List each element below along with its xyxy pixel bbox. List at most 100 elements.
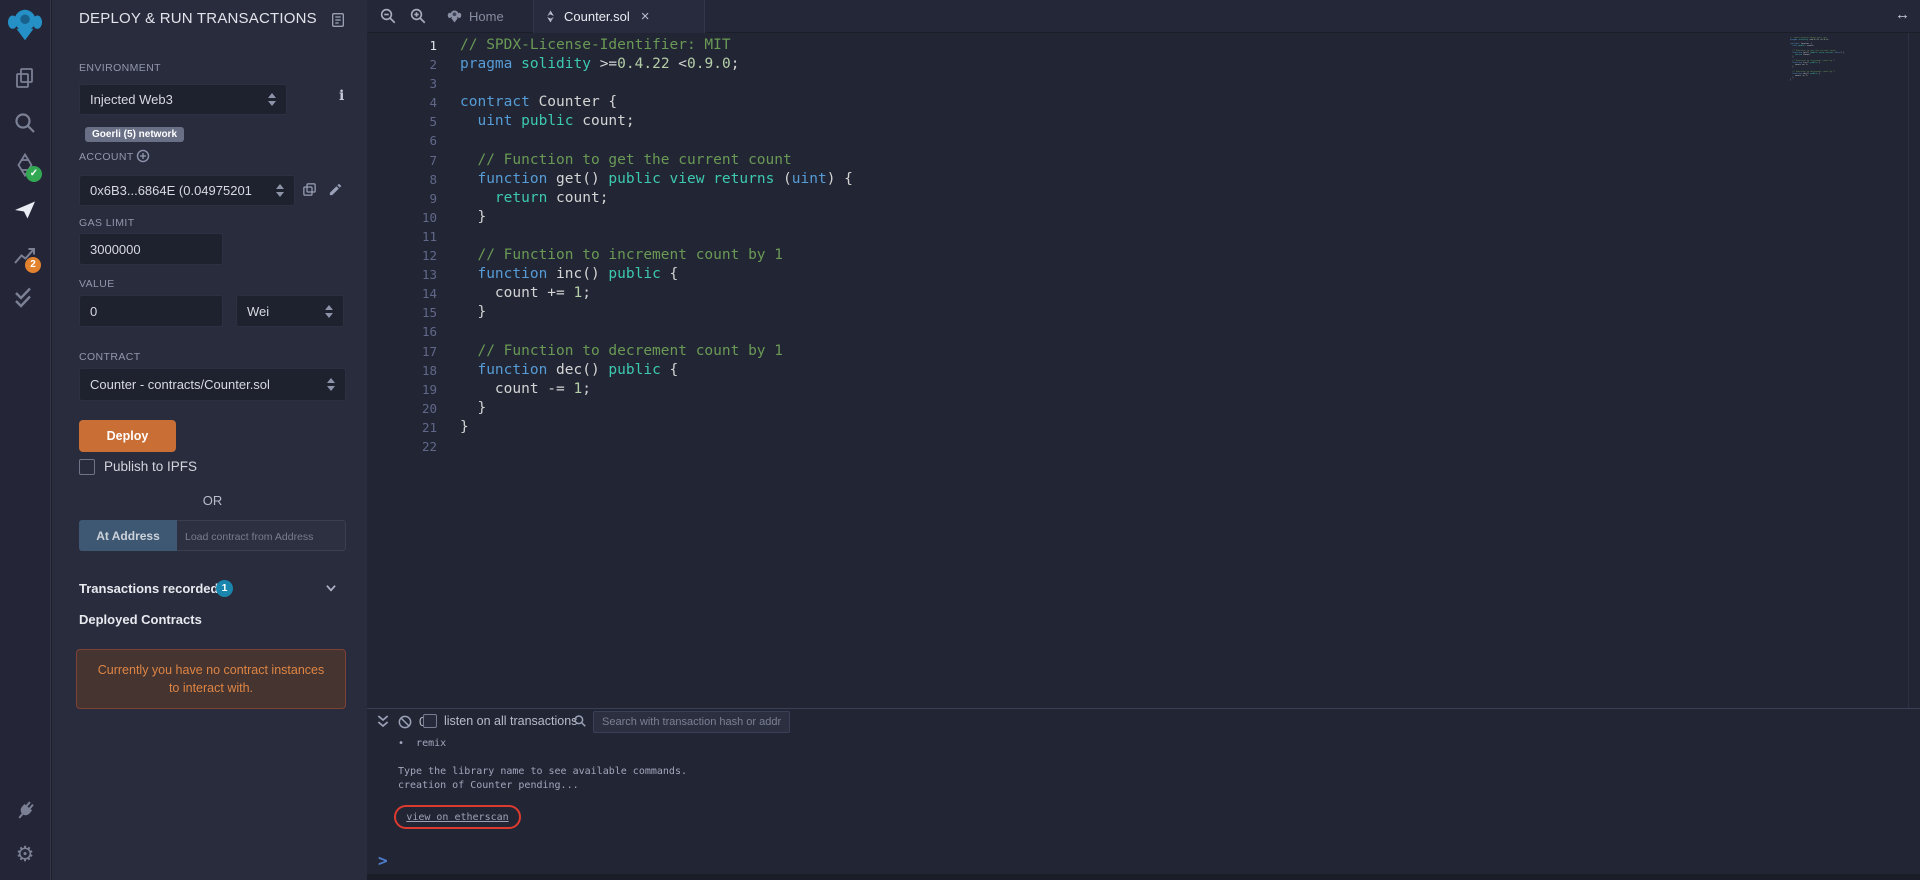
code-line[interactable]: 19 count -= 1; (367, 380, 1920, 399)
terminal-output: • remixType the library name to see avai… (398, 737, 687, 793)
zoom-out-icon[interactable] (379, 7, 397, 25)
listen-transactions-checkbox[interactable] (423, 714, 437, 728)
stepper-icon (276, 184, 284, 197)
code-text: function get() public view returns (uint… (437, 170, 853, 189)
transactions-recorded-label: Transactions recorded (79, 581, 218, 596)
code-text (437, 131, 460, 150)
code-line[interactable]: 10 } (367, 208, 1920, 227)
code-line[interactable]: 16 (367, 322, 1920, 341)
view-on-etherscan-link[interactable]: view on etherscan (406, 812, 508, 823)
code-text (437, 227, 460, 246)
code-line[interactable]: 18 function dec() public { (367, 361, 1920, 380)
code-line[interactable]: 20 } (367, 399, 1920, 418)
solidity-file-icon (544, 10, 557, 23)
code-line[interactable]: 17 // Function to decrement count by 1 (367, 342, 1920, 361)
code-text: function inc() public { (437, 265, 678, 284)
stepper-icon (268, 93, 276, 106)
line-number: 21 (367, 418, 437, 437)
code-line[interactable]: 6 (367, 131, 1920, 150)
listen-transactions-label: listen on all transactions (444, 714, 577, 728)
transactions-count-badge: 1 (216, 580, 233, 597)
code-line[interactable]: 4contract Counter { (367, 93, 1920, 112)
transactions-chevron-down-icon[interactable] (324, 581, 338, 595)
plugin-manager-icon[interactable] (13, 799, 37, 823)
code-text: // Function to decrement count by 1 (437, 342, 783, 361)
line-number: 15 (367, 303, 437, 322)
code-line[interactable]: 21} (367, 418, 1920, 437)
terminal-search-icon[interactable] (573, 714, 587, 728)
value-amount: 0 (90, 304, 97, 319)
settings-gear-icon[interactable]: ⚙ (13, 843, 37, 867)
clear-terminal-ban-icon[interactable] (397, 714, 413, 730)
tab-label: Counter.sol (564, 9, 630, 24)
account-value: 0x6B3...6864E (0.04975201 (90, 183, 252, 198)
code-text: } (437, 303, 486, 322)
edit-account-icon[interactable] (328, 182, 343, 197)
terminal-search-input[interactable] (593, 711, 790, 733)
deploy-button[interactable]: Deploy (79, 420, 176, 452)
line-number: 17 (367, 342, 437, 361)
code-line[interactable]: 11 (367, 227, 1920, 246)
deploy-run-icon[interactable] (13, 198, 37, 222)
line-number: 16 (367, 322, 437, 341)
line-number: 13 (367, 265, 437, 284)
code-text: contract Counter { (437, 93, 617, 112)
icon-rail: ✓ 2 ⚙ (0, 0, 51, 880)
code-line[interactable]: 1// SPDX-License-Identifier: MIT (367, 36, 1920, 55)
code-line[interactable]: 13 function inc() public { (367, 265, 1920, 284)
gas-limit-input[interactable]: 3000000 (79, 233, 223, 265)
remix-logo-icon[interactable] (6, 6, 44, 44)
code-editor[interactable]: 1// SPDX-License-Identifier: MIT2pragma … (367, 33, 1920, 708)
tab-home[interactable]: Home (437, 0, 533, 33)
line-number: 14 (367, 284, 437, 303)
analytics-icon[interactable]: 2 (13, 243, 37, 267)
code-line[interactable]: 15 } (367, 303, 1920, 322)
at-address-input[interactable] (177, 520, 346, 551)
code-line[interactable]: 14 count += 1; (367, 284, 1920, 303)
code-line[interactable]: 5 uint public count; (367, 112, 1920, 131)
line-number: 2 (367, 55, 437, 74)
value-input[interactable]: 0 (79, 295, 223, 327)
at-address-button[interactable]: At Address (79, 520, 177, 551)
environment-label: ENVIRONMENT (79, 62, 161, 74)
code-line[interactable]: 12 // Function to increment count by 1 (367, 246, 1920, 265)
copy-account-icon[interactable] (302, 182, 317, 197)
analytics-count-badge: 2 (25, 257, 41, 273)
close-tab-icon[interactable]: × (641, 8, 650, 25)
code-line[interactable]: 2pragma solidity >=0.4.22 <0.9.0; (367, 55, 1920, 74)
zoom-in-icon[interactable] (409, 7, 427, 25)
unit-testing-icon[interactable] (13, 285, 37, 309)
resize-horizontal-icon[interactable]: ↔ (1895, 6, 1910, 23)
code-line[interactable]: 3 (367, 74, 1920, 93)
terminal-prompt[interactable]: > (378, 851, 388, 870)
environment-info-icon[interactable]: i (339, 88, 344, 104)
contract-select[interactable]: Counter - contracts/Counter.sol (79, 368, 346, 401)
terminal-toolbar: 0 listen on all transactions (367, 709, 1920, 735)
contract-label: CONTRACT (79, 351, 141, 363)
line-number: 20 (367, 399, 437, 418)
solidity-compiler-icon[interactable]: ✓ (13, 153, 37, 177)
collapse-terminal-double-chevron-icon[interactable] (375, 714, 391, 730)
code-line[interactable]: 7 // Function to get the current count (367, 151, 1920, 170)
search-icon[interactable] (13, 111, 37, 135)
environment-select[interactable]: Injected Web3 (79, 84, 287, 115)
documentation-icon[interactable] (330, 12, 346, 28)
file-explorer-icon[interactable] (13, 66, 37, 90)
code-text: uint public count; (437, 112, 635, 131)
no-instances-warning: Currently you have no contract instances… (76, 649, 346, 709)
or-divider-label: OR (79, 493, 346, 508)
code-line[interactable]: 8 function get() public view returns (ui… (367, 170, 1920, 189)
compiler-success-badge: ✓ (26, 166, 42, 182)
code-text: // Function to increment count by 1 (437, 246, 783, 265)
gas-limit-label: GAS LIMIT (79, 217, 135, 229)
add-account-icon[interactable] (136, 149, 150, 163)
editor-minimap[interactable]: // SPDX-License-Identifier: MITpragma so… (1790, 37, 1856, 83)
code-line[interactable]: 22 (367, 437, 1920, 456)
editor-scrollbar-track[interactable] (1908, 33, 1909, 708)
value-unit-select[interactable]: Wei (236, 295, 344, 327)
account-select[interactable]: 0x6B3...6864E (0.04975201 (79, 175, 295, 206)
publish-ipfs-checkbox[interactable] (79, 459, 95, 475)
tab-counter-sol[interactable]: Counter.sol × (533, 0, 705, 33)
line-number: 1 (367, 36, 437, 55)
code-line[interactable]: 9 return count; (367, 189, 1920, 208)
